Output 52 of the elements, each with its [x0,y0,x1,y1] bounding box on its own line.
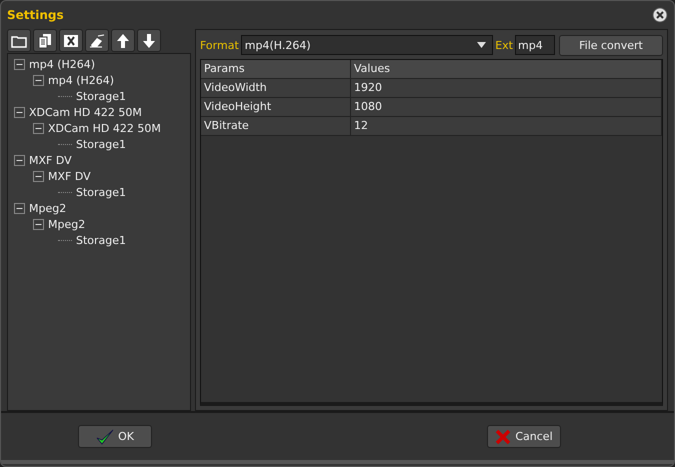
close-icon [652,7,668,23]
table-cell: 12 [351,117,662,135]
collapse-toggle[interactable] [33,122,44,134]
toolbar-button[interactable] [85,29,109,52]
tree-item[interactable]: mp4 (H264) [29,58,96,70]
collapse-toggle[interactable] [14,202,25,214]
tree-item[interactable]: Storage1 [76,234,126,246]
tree-item[interactable]: Storage1 [76,90,126,102]
table-cell: VBitrate [201,117,351,135]
table-cell: VideoWidth [201,79,351,97]
delete-icon [63,34,79,48]
tree-item[interactable]: Storage1 [76,138,126,150]
collapse-toggle[interactable] [33,170,44,182]
collapse-toggle[interactable] [14,154,25,166]
window-title: Settings [7,8,64,22]
cancel-button[interactable]: Cancel [487,425,561,448]
copy-icon [38,32,52,48]
toolbar-button[interactable] [137,29,161,52]
cross-icon [495,428,512,444]
column-header: Values [351,60,662,78]
format-dropdown[interactable]: mp4(H.264) [240,35,494,55]
ext-label: Ext [495,38,513,52]
up-arrow-icon [116,32,130,48]
close-button[interactable] [652,7,668,23]
toolbar-button[interactable] [111,29,135,52]
toolbar-button[interactable] [59,29,83,52]
collapse-toggle[interactable] [33,218,44,230]
table-cell: 1080 [351,98,662,116]
collapse-toggle[interactable] [14,106,25,118]
ext-field[interactable]: mp4 [515,35,555,55]
tree-item[interactable]: Storage1 [76,186,126,198]
collapse-toggle[interactable] [14,58,25,70]
checkmark-icon [96,428,114,444]
table-cell: VideoHeight [201,98,351,116]
tree-item[interactable]: mp4 (H264) [48,74,114,86]
tree-item[interactable]: Mpeg2 [48,218,86,230]
toolbar-button[interactable] [7,29,31,52]
tree-item[interactable]: XDCam HD 422 50M [48,122,161,134]
tree-item[interactable]: MXF DV [48,170,91,182]
folder-icon [11,34,27,48]
tree-item[interactable]: Mpeg2 [29,202,66,214]
dropdown-arrow-icon [477,42,486,48]
file-convert-button[interactable]: File convert [559,34,663,56]
down-arrow-icon [142,32,156,48]
collapse-toggle[interactable] [33,74,44,86]
tree-item[interactable]: MXF DV [29,154,72,166]
tree-item[interactable]: XDCam HD 422 50M [29,106,142,118]
toolbar-button[interactable] [33,29,57,52]
table-cell: 1920 [351,79,662,97]
format-label: Format [200,38,239,52]
ok-button[interactable]: OK [78,425,152,448]
eraser-icon [89,34,105,48]
